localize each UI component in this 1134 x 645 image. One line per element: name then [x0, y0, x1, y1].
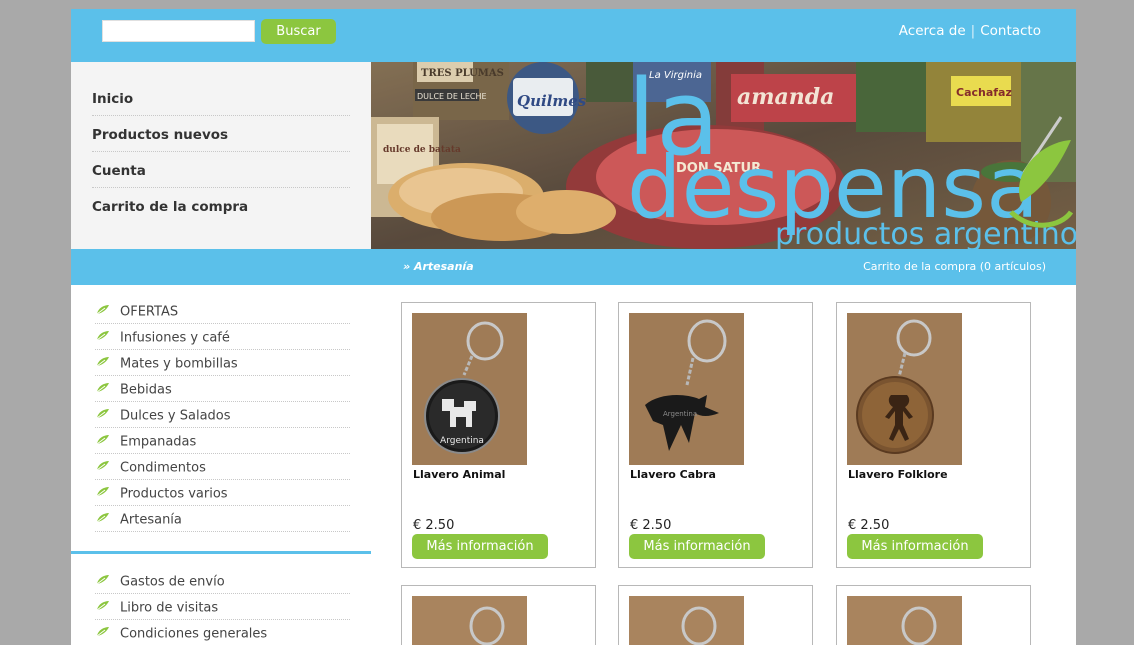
top-links: Acerca de | Contacto	[899, 23, 1041, 39]
category-label: Mates y bombillas	[120, 356, 238, 372]
leaf-icon	[95, 620, 111, 645]
more-info-button[interactable]: Más información	[412, 534, 548, 559]
leaf-icon	[95, 298, 111, 326]
leaf-icon	[95, 480, 111, 508]
product-price: € 2.50	[630, 518, 672, 533]
product-card-partial	[618, 585, 813, 645]
info-link-gastos-envio[interactable]: Gastos de envío	[95, 568, 350, 594]
category-mates[interactable]: Mates y bombillas	[95, 350, 350, 376]
keychain-tag-text: Argentina	[440, 436, 484, 446]
product-image-partial[interactable]	[847, 596, 962, 645]
leaf-icon	[95, 428, 111, 456]
category-label: Infusiones y café	[120, 330, 230, 346]
sub-bar: » Artesanía Carrito de la compra (0 artí…	[71, 249, 1076, 285]
keychain-tag-text: Argentina	[663, 410, 697, 418]
product-card: Llavero Folklore € 2.50 Más información	[836, 302, 1031, 568]
product-price: € 2.50	[413, 518, 455, 533]
info-link-label: Libro de visitas	[120, 600, 219, 616]
category-dulces[interactable]: Dulces y Salados	[95, 402, 350, 428]
product-image-partial[interactable]	[412, 596, 527, 645]
main-nav: Inicio Productos nuevos Cuenta Carrito d…	[71, 62, 371, 249]
product-image-llavero-animal[interactable]: Argentina	[412, 313, 527, 465]
breadcrumb[interactable]: » Artesanía	[403, 260, 474, 273]
product-name[interactable]: Llavero Animal	[413, 468, 505, 481]
category-label: Artesanía	[120, 512, 182, 528]
category-infusiones[interactable]: Infusiones y café	[95, 324, 350, 350]
category-artesania[interactable]: Artesanía	[95, 506, 350, 532]
nav-item-productos-nuevos[interactable]: Productos nuevos	[92, 116, 350, 152]
more-info-button[interactable]: Más información	[629, 534, 765, 559]
product-image-llavero-cabra[interactable]: Argentina	[629, 313, 744, 465]
category-bebidas[interactable]: Bebidas	[95, 376, 350, 402]
banner-image: TRES PLUMAS DULCE DE LECHE Quilmes La Vi…	[371, 62, 1076, 249]
leaf-icon	[95, 324, 111, 352]
category-productos-varios[interactable]: Productos varios	[95, 480, 350, 506]
category-label: Empanadas	[120, 434, 197, 450]
leaf-icon	[95, 454, 111, 482]
sidebar: OFERTAS Infusiones y café Mates y bombil…	[71, 285, 371, 645]
product-image-partial[interactable]	[629, 596, 744, 645]
category-ofertas[interactable]: OFERTAS	[95, 298, 350, 324]
product-image-llavero-folklore[interactable]	[847, 313, 962, 465]
info-link-libro-visitas[interactable]: Libro de visitas	[95, 594, 350, 620]
leaf-icon	[95, 568, 111, 596]
top-bar: Buscar Acerca de | Contacto	[71, 9, 1076, 62]
more-info-button[interactable]: Más información	[847, 534, 983, 559]
header-banner[interactable]: TRES PLUMAS DULCE DE LECHE Quilmes La Vi…	[371, 62, 1076, 249]
nav-item-cuenta[interactable]: Cuenta	[92, 152, 350, 188]
category-label: Dulces y Salados	[120, 408, 231, 424]
sidebar-divider	[71, 551, 371, 554]
leaf-icon	[95, 350, 111, 378]
info-link-label: Gastos de envío	[120, 574, 225, 590]
nav-item-inicio[interactable]: Inicio	[92, 80, 350, 116]
leaf-icon	[95, 402, 111, 430]
category-label: OFERTAS	[120, 304, 179, 320]
product-card: Argentina Llavero Cabra € 2.50 Más infor…	[618, 302, 813, 568]
link-separator: |	[970, 23, 976, 39]
product-name[interactable]: Llavero Cabra	[630, 468, 716, 481]
info-link-condiciones[interactable]: Condiciones generales	[95, 620, 350, 645]
product-card-partial	[836, 585, 1031, 645]
search-input[interactable]	[102, 20, 255, 42]
search-button[interactable]: Buscar	[261, 19, 336, 44]
nav-item-carrito[interactable]: Carrito de la compra	[92, 188, 350, 223]
product-card-partial	[401, 585, 596, 645]
category-label: Productos varios	[120, 486, 228, 502]
info-link-label: Condiciones generales	[120, 626, 268, 642]
about-link[interactable]: Acerca de	[899, 23, 966, 39]
category-empanadas[interactable]: Empanadas	[95, 428, 350, 454]
leaf-icon	[95, 376, 111, 404]
leaf-icon	[95, 506, 111, 534]
contact-link[interactable]: Contacto	[980, 23, 1041, 39]
page: Buscar Acerca de | Contacto Inicio Product…	[71, 9, 1076, 645]
leaf-icon	[95, 594, 111, 622]
category-label: Condimentos	[120, 460, 206, 476]
category-condimentos[interactable]: Condimentos	[95, 454, 350, 480]
cart-status-link[interactable]: Carrito de la compra (0 artículos)	[863, 260, 1046, 273]
product-price: € 2.50	[848, 518, 890, 533]
product-name[interactable]: Llavero Folklore	[848, 468, 948, 481]
category-label: Bebidas	[120, 382, 172, 398]
product-card: Argentina Llavero Animal € 2.50 Más info…	[401, 302, 596, 568]
